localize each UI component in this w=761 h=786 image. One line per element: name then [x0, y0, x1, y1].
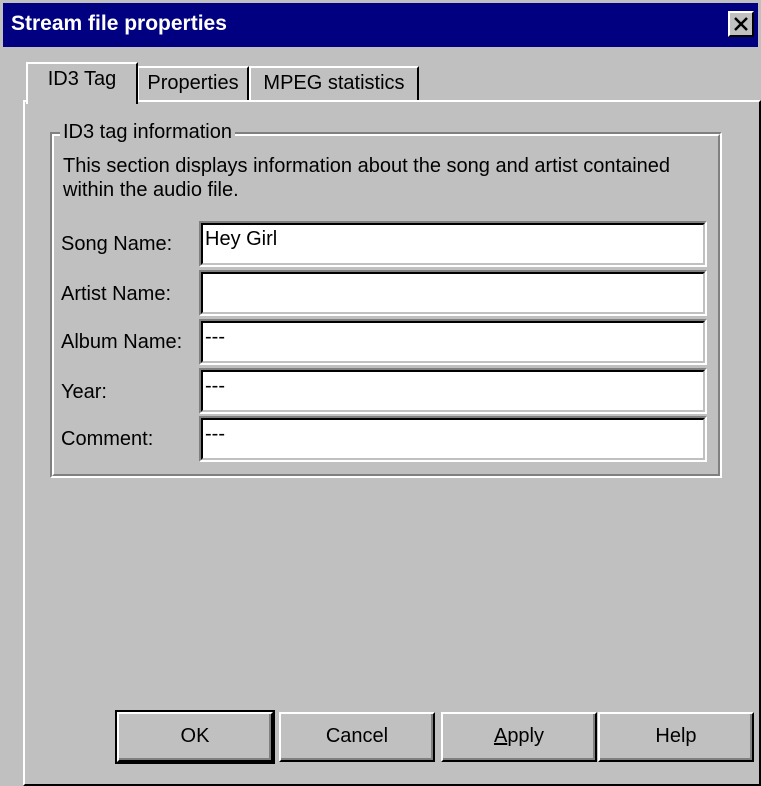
- year-label: Year:: [61, 381, 107, 403]
- album-name-field[interactable]: ---: [199, 319, 707, 365]
- tab-id3-tag[interactable]: ID3 Tag: [26, 62, 138, 104]
- properties-dialog: Stream file properties ID3 Tag Propertie…: [0, 0, 761, 786]
- field-bevel: [201, 272, 705, 314]
- ok-button[interactable]: OK: [115, 710, 275, 764]
- field-bevel: [201, 370, 705, 412]
- section-description: This section displays information about …: [63, 155, 671, 201]
- field-value: ---: [205, 423, 225, 445]
- title-bar[interactable]: Stream file properties: [3, 3, 758, 47]
- song-name-field[interactable]: Hey Girl: [199, 221, 707, 267]
- apply-button[interactable]: Apply: [441, 712, 597, 762]
- field-value: Hey Girl: [205, 228, 278, 250]
- button-label: Apply: [493, 725, 545, 747]
- field-value: ---: [205, 326, 225, 348]
- tab-properties[interactable]: Properties: [137, 66, 249, 102]
- artist-name-field[interactable]: [199, 270, 707, 316]
- comment-field[interactable]: ---: [199, 416, 707, 462]
- album-name-label: Album Name:: [61, 331, 183, 353]
- close-icon: [734, 17, 748, 31]
- window-title: Stream file properties: [11, 12, 227, 35]
- tab-label: ID3 Tag: [47, 68, 117, 90]
- button-label: Cancel: [325, 725, 389, 747]
- button-label: Help: [655, 725, 697, 747]
- close-button[interactable]: [728, 11, 754, 37]
- groupbox-legend: ID3 tag information: [60, 120, 235, 144]
- button-label: OK: [180, 725, 210, 747]
- cancel-button[interactable]: Cancel: [279, 712, 435, 762]
- field-bevel: [201, 321, 705, 363]
- year-field[interactable]: ---: [199, 368, 707, 414]
- tab-label: MPEG statistics: [263, 72, 405, 94]
- comment-label: Comment:: [61, 428, 154, 450]
- song-name-label: Song Name:: [61, 233, 173, 255]
- help-button[interactable]: Help: [598, 712, 754, 762]
- tab-mpeg-statistics[interactable]: MPEG statistics: [249, 66, 419, 102]
- field-value: ---: [205, 375, 225, 397]
- field-bevel: [201, 418, 705, 460]
- tab-label: Properties: [147, 72, 239, 94]
- artist-name-label: Artist Name:: [61, 283, 172, 305]
